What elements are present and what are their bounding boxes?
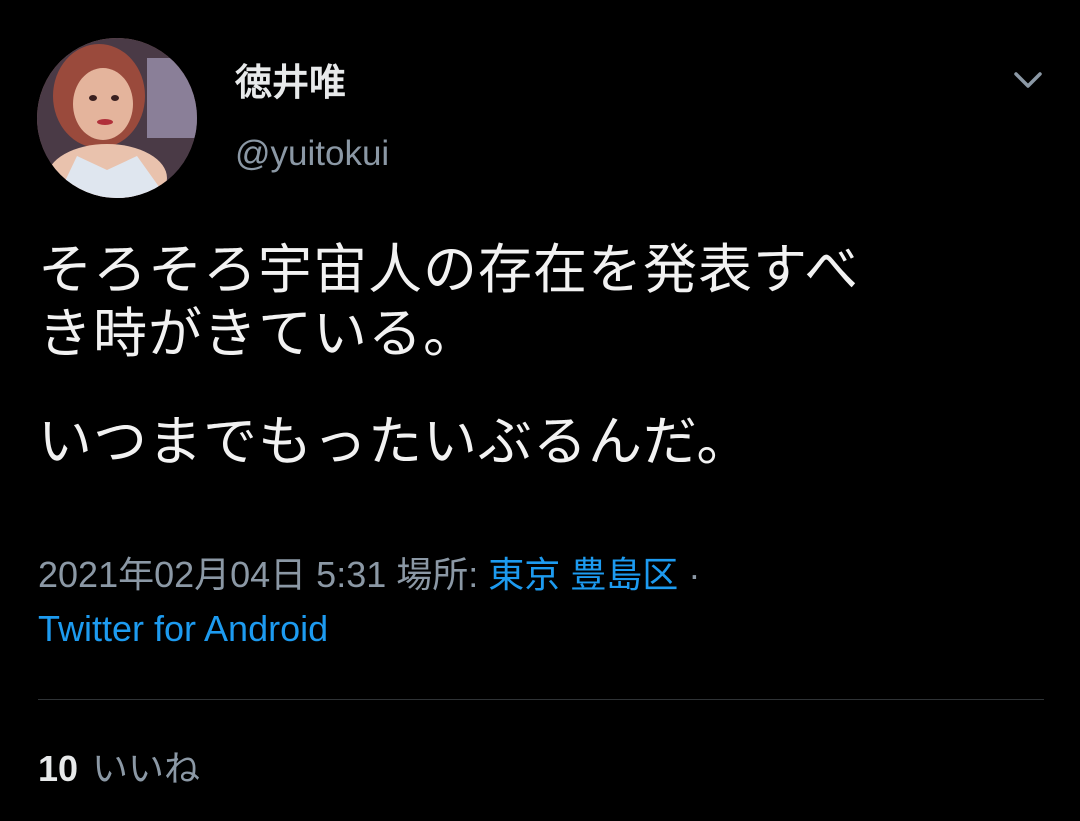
avatar-image xyxy=(37,38,197,198)
likes-stat[interactable]: 10 いいね xyxy=(38,740,200,792)
chevron-down-icon[interactable] xyxy=(1008,60,1048,100)
author-display-name[interactable]: 徳井唯 xyxy=(235,52,346,106)
tweet-text: そろそろ宇宙人の存在を発表すべ き時がきている。 いつまでもったいぶるんだ。 xyxy=(38,238,1048,474)
tweet-meta: 2021年02月04日 5:31 場所: 東京 豊島区 · Twitter fo… xyxy=(38,548,1048,656)
likes-count: 10 xyxy=(38,748,79,789)
avatar[interactable] xyxy=(37,38,197,198)
location-link[interactable]: 東京 豊島区 xyxy=(488,554,678,595)
meta-separator: · xyxy=(688,554,701,595)
tweet-timestamp[interactable]: 2021年02月04日 5:31 xyxy=(38,554,386,595)
tweet-text-line: いつまでもったいぶるんだ。 xyxy=(38,410,752,473)
author-handle[interactable]: @yuitokui xyxy=(235,134,389,174)
divider xyxy=(38,699,1044,700)
source-link[interactable]: Twitter for Android xyxy=(38,608,328,649)
location-label: 場所: xyxy=(396,554,479,595)
tweet-text-line: そろそろ宇宙人の存在を発表すべ xyxy=(38,238,860,301)
tweet-detail: 徳井唯 @yuitokui そろそろ宇宙人の存在を発表すべ き時がきている。 い… xyxy=(0,0,1080,821)
likes-label: いいね xyxy=(92,748,201,789)
tweet-text-line: き時がきている。 xyxy=(38,302,478,365)
